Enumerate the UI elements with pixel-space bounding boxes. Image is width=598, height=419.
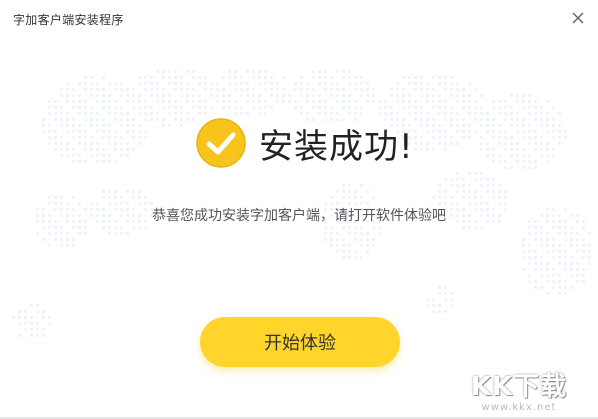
- success-header: 安装成功!: [195, 115, 414, 171]
- start-button-label: 开始体验: [264, 333, 336, 354]
- title-bar: 字加客户端安装程序: [0, 0, 598, 36]
- close-button[interactable]: [568, 8, 588, 28]
- check-circle-icon: [196, 118, 246, 168]
- success-title: 安装成功!: [259, 126, 414, 167]
- success-message: 恭喜您成功安装字加客户端，请打开软件体验吧: [152, 208, 446, 224]
- start-experience-button[interactable]: 开始体验: [200, 317, 400, 367]
- watermark: KK下载 www.kkx.net: [464, 372, 574, 413]
- watermark-logo: KK下载: [470, 372, 568, 402]
- watermark-url: www.kkx.net: [481, 402, 557, 413]
- window-title: 字加客户端安装程序: [13, 13, 124, 27]
- close-icon: [572, 12, 584, 24]
- installer-window: 字加客户端安装程序 安装成功! 恭喜您成功安装字加客户端，请打开软件体验吧 开始…: [0, 0, 598, 419]
